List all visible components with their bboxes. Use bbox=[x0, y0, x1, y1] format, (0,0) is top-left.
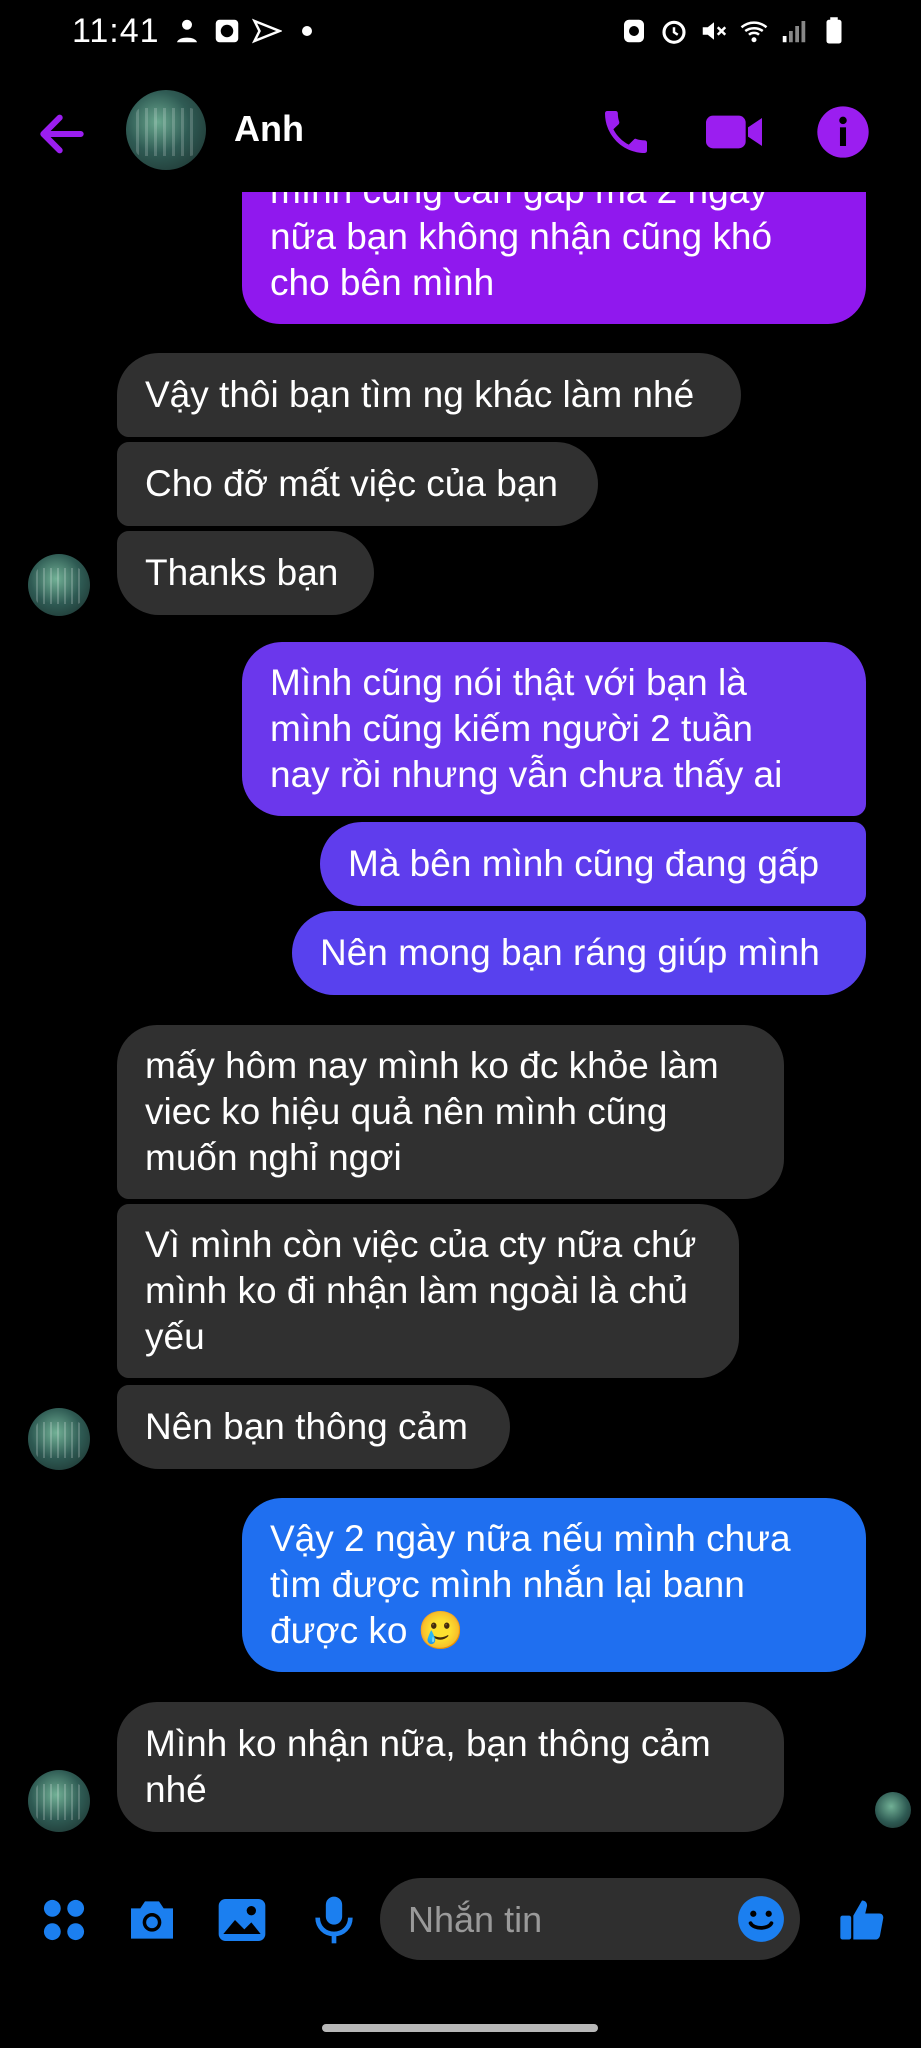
message-bubble-received[interactable]: Cho đỡ mất việc của bạn bbox=[117, 442, 598, 526]
microphone-icon[interactable] bbox=[306, 1892, 362, 1948]
conversation-header: Anh bbox=[0, 86, 921, 178]
mute-icon bbox=[702, 22, 727, 40]
status-time: 11:41 bbox=[72, 12, 160, 50]
message-bubble-received[interactable]: Mình ko nhận nữa, bạn thông cảm nhé bbox=[117, 1702, 784, 1832]
message-bubble-received[interactable]: mấy hôm nay mình ko đc khỏe làm viec ko … bbox=[117, 1025, 784, 1199]
info-icon[interactable] bbox=[815, 104, 871, 160]
status-bar: 11:41 bbox=[0, 0, 921, 66]
message-input[interactable] bbox=[406, 1878, 710, 1962]
person-icon bbox=[177, 19, 197, 43]
message-field[interactable] bbox=[380, 1878, 800, 1962]
status-right-icons bbox=[619, 16, 849, 46]
alarm-icon bbox=[662, 20, 686, 44]
camera-icon[interactable] bbox=[124, 1892, 180, 1948]
contact-avatar[interactable] bbox=[28, 1770, 90, 1832]
signal-icon bbox=[782, 21, 806, 43]
message-thread[interactable]: mình cũng cần gấp mà 2 ngày nữa bạn khôn… bbox=[0, 192, 921, 1842]
phone-icon[interactable] bbox=[598, 104, 654, 160]
thumbs-up-icon[interactable] bbox=[836, 1892, 888, 1948]
message-bubble-sent[interactable]: Mình cũng nói thật với bạn là mình cũng … bbox=[242, 642, 866, 816]
contact-avatar[interactable] bbox=[28, 1408, 90, 1470]
home-indicator[interactable] bbox=[322, 2024, 598, 2032]
message-bubble-sent[interactable]: Mà bên mình cũng đang gấp bbox=[320, 822, 866, 906]
emoji-icon[interactable] bbox=[736, 1894, 786, 1944]
seen-indicator-avatar bbox=[875, 1792, 911, 1828]
message-bubble-received[interactable]: Nên bạn thông cảm bbox=[117, 1385, 510, 1469]
timer-icon bbox=[215, 19, 239, 43]
message-bubble-received[interactable]: Thanks bạn bbox=[117, 531, 374, 615]
message-composer bbox=[0, 1870, 921, 1970]
message-bubble-received[interactable]: Vì mình còn việc của cty nữa chứ mình ko… bbox=[117, 1204, 739, 1378]
wifi-icon bbox=[740, 21, 768, 43]
message-bubble-sent[interactable]: Nên mong bạn ráng giúp mình bbox=[292, 911, 866, 995]
contact-avatar[interactable] bbox=[126, 90, 206, 170]
recycle-icon bbox=[624, 19, 644, 43]
video-camera-icon[interactable] bbox=[703, 104, 765, 160]
message-bubble-sent[interactable]: Vậy 2 ngày nữa nếu mình chưa tìm được mì… bbox=[242, 1498, 866, 1672]
grid-icon[interactable] bbox=[36, 1892, 92, 1948]
back-arrow-icon[interactable] bbox=[34, 106, 90, 162]
message-bubble-received[interactable]: Vậy thôi bạn tìm ng khác làm nhé bbox=[117, 353, 741, 437]
contact-avatar[interactable] bbox=[28, 554, 90, 616]
gallery-icon[interactable] bbox=[214, 1892, 270, 1948]
message-bubble-sent[interactable]: mình cũng cần gấp mà 2 ngày nữa bạn khôn… bbox=[242, 192, 866, 324]
send-icon bbox=[252, 18, 282, 44]
battery-icon bbox=[826, 17, 842, 44]
dot-icon bbox=[302, 26, 312, 36]
status-left-icons bbox=[172, 16, 322, 46]
contact-name[interactable]: Anh bbox=[234, 108, 304, 150]
